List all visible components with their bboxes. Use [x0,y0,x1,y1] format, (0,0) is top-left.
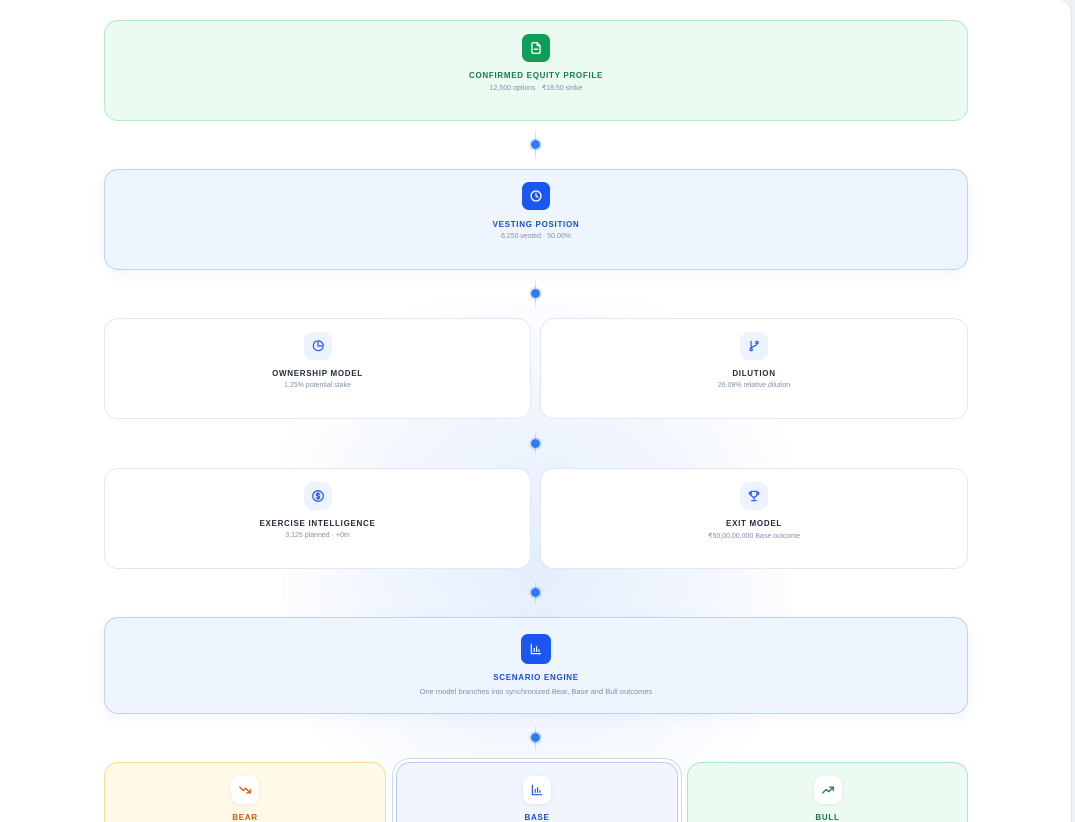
card-title: VESTING POSITION [492,220,580,229]
card-title: SCENARIO ENGINE [493,673,579,682]
card-subtitle: 6,250 vested · 50.00% [500,233,572,240]
bar-chart-icon [523,776,551,804]
trophy-icon [740,482,768,510]
clock-icon [522,182,550,210]
exercise-intelligence-card[interactable]: EXERCISE INTELLIGENCE 3,125 planned · +0… [104,468,531,569]
document-icon [522,34,550,62]
outcome-title: BULL [815,813,840,822]
dollar-circle-icon [303,482,332,510]
card-title: OWNERSHIP MODEL [272,369,363,378]
bull-outcome-card[interactable]: BULL [687,762,968,822]
connector-dot [531,140,540,149]
ownership-model-card[interactable]: OWNERSHIP MODEL 1.25% potential stake [104,318,531,419]
dilution-card[interactable]: DILUTION 26.09% relative dilution [540,318,968,419]
vesting-position-card[interactable]: VESTING POSITION 6,250 vested · 50.00% [104,169,968,270]
trending-down-icon [231,776,259,804]
connector-dot [531,733,540,742]
card-title: DILUTION [732,369,776,378]
bar-chart-icon [521,634,551,664]
connector-dot [531,588,540,597]
scenario-engine-card[interactable]: SCENARIO ENGINE One model branches into … [104,617,968,714]
trending-up-icon [813,776,842,804]
connector-dot [531,439,540,448]
card-subtitle: One model branches into synchronized Bea… [419,687,653,696]
outcome-title: BASE [524,813,550,822]
card-subtitle: 1.25% potential stake [284,382,351,389]
base-outcome-card[interactable]: BASE [396,762,678,822]
bear-outcome-card[interactable]: BEAR [104,762,386,822]
pie-chart-icon [303,332,332,360]
connector-dot [531,289,540,298]
card-subtitle: ₹50,00,00,000 Base outcome [707,533,801,540]
card-subtitle: 12,500 options · ₹18.50 strike [489,85,583,92]
card-title: EXERCISE INTELLIGENCE [259,519,376,528]
exit-model-card[interactable]: EXIT MODEL ₹50,00,00,000 Base outcome [540,468,968,569]
flow-canvas: CONFIRMED EQUITY PROFILE 12,500 options … [0,0,1072,822]
card-subtitle: 26.09% relative dilution [717,382,791,389]
card-title: CONFIRMED EQUITY PROFILE [469,71,603,80]
card-subtitle: 3,125 planned · +0m [285,532,350,539]
outcome-title: BEAR [232,813,258,822]
card-title: EXIT MODEL [726,519,782,528]
git-branch-icon [740,332,768,360]
confirmed-equity-profile-card[interactable]: CONFIRMED EQUITY PROFILE 12,500 options … [104,20,968,121]
